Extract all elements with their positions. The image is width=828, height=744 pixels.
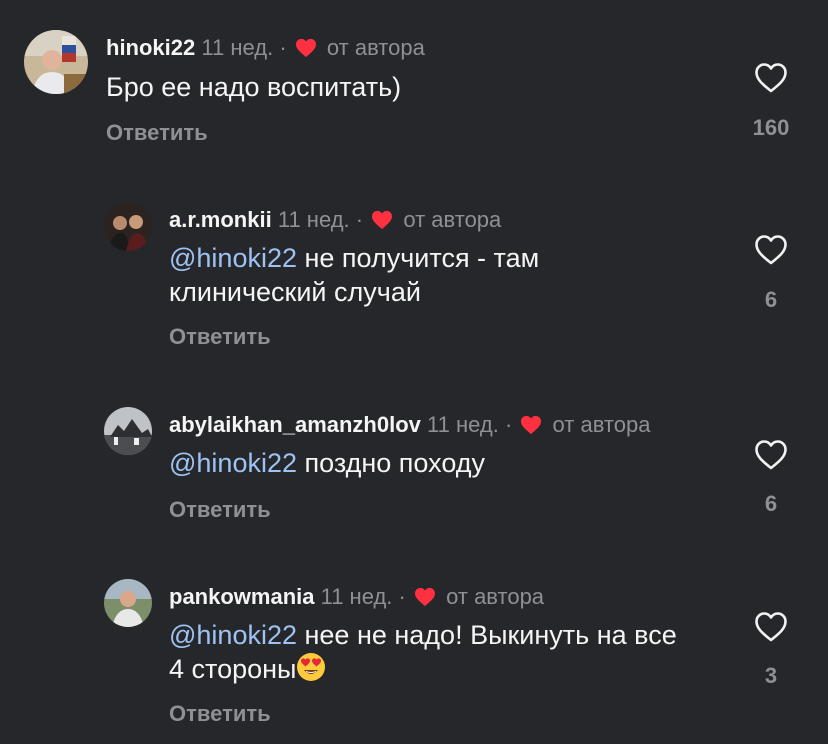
comment-reply: a.r.monkii 11 нед. · от автора @hinoki22… (0, 180, 828, 370)
username[interactable]: pankowmania (169, 584, 314, 609)
comment-text: @hinoki22 поздно походу (169, 446, 485, 480)
avatar-image (24, 30, 88, 94)
timestamp: 11 нед. (427, 412, 499, 437)
avatar-image (104, 579, 152, 627)
comment-text-line: не получится - там (297, 243, 540, 273)
avatar[interactable] (104, 203, 152, 251)
comment-text: Бро ее надо воспитать) (106, 72, 402, 102)
username[interactable]: abylaikhan_amanzh0lov (169, 412, 421, 437)
avatar-image (104, 407, 152, 455)
heart-filled-icon (415, 587, 435, 607)
author-liked-label: от автора (326, 35, 425, 60)
comment-text: @hinoki22 нее не надо! Выкинуть на все (169, 618, 677, 652)
comment-text-line: 4 стороны (169, 652, 326, 686)
separator-dot: · (398, 584, 406, 609)
timestamp: 11 нед. (201, 35, 274, 60)
comment-text-line-2: 4 стороны (169, 654, 297, 684)
separator-dot: · (279, 35, 287, 60)
comment-text-line: нее не надо! Выкинуть на все (297, 620, 677, 650)
author-liked-label: от автора (446, 584, 545, 609)
reply-button[interactable]: Ответить (169, 497, 271, 523)
mention-link[interactable]: @hinoki22 (169, 448, 297, 478)
author-liked-label: от автора (552, 412, 651, 437)
heart-filled-icon (521, 415, 542, 435)
avatar-image (104, 203, 152, 251)
like-count: 6 (764, 287, 778, 312)
heart-outline-icon (755, 440, 787, 470)
comment-reply: abylaikhan_amanzh0lov 11 нед. · от автор… (0, 385, 828, 555)
like-button[interactable] (754, 439, 788, 471)
username[interactable]: a.r.monkii (169, 207, 272, 232)
separator-dot: · (504, 412, 513, 437)
heart-eyes-emoji-icon (297, 653, 326, 681)
timestamp: 11 нед. (277, 207, 350, 232)
heart-outline-icon (755, 63, 787, 93)
author-liked-label: от автора (403, 207, 502, 232)
like-count: 160 (752, 115, 790, 140)
avatar[interactable] (104, 579, 152, 627)
mention-link[interactable]: @hinoki22 (169, 620, 297, 650)
reply-button[interactable]: Ответить (169, 701, 271, 727)
avatar[interactable] (24, 30, 88, 94)
heart-outline-icon (755, 612, 787, 642)
username[interactable]: hinoki22 (106, 35, 195, 60)
like-button[interactable] (754, 62, 788, 94)
comment-meta: hinoki22 11 нед. · от автора (106, 35, 425, 61)
like-button[interactable] (754, 611, 788, 643)
like-button[interactable] (754, 234, 788, 266)
heart-outline-icon (755, 235, 787, 265)
comment-text-line: клинический случай (169, 277, 421, 307)
like-count: 3 (764, 663, 778, 688)
like-count: 6 (764, 491, 778, 516)
comment-meta: pankowmania 11 нед. · от автора (169, 584, 544, 610)
heart-filled-icon (295, 38, 316, 58)
comment-text-line: поздно походу (297, 448, 486, 478)
comment-meta: abylaikhan_amanzh0lov 11 нед. · от автор… (169, 412, 650, 438)
comment: hinoki22 11 нед. · от автора Бро ее надо… (0, 0, 828, 180)
heart-filled-icon (372, 210, 393, 230)
timestamp: 11 нед. (320, 584, 393, 609)
comment-text: @hinoki22 не получится - там (169, 241, 539, 275)
separator-dot: · (355, 207, 364, 232)
mention-link[interactable]: @hinoki22 (169, 243, 297, 273)
reply-button[interactable]: Ответить (169, 324, 271, 350)
comment-reply: pankowmania 11 нед. · от автора @hinoki2… (0, 557, 828, 744)
comment-meta: a.r.monkii 11 нед. · от автора (169, 207, 501, 233)
reply-button[interactable]: Ответить (106, 120, 208, 146)
avatar[interactable] (104, 407, 152, 455)
